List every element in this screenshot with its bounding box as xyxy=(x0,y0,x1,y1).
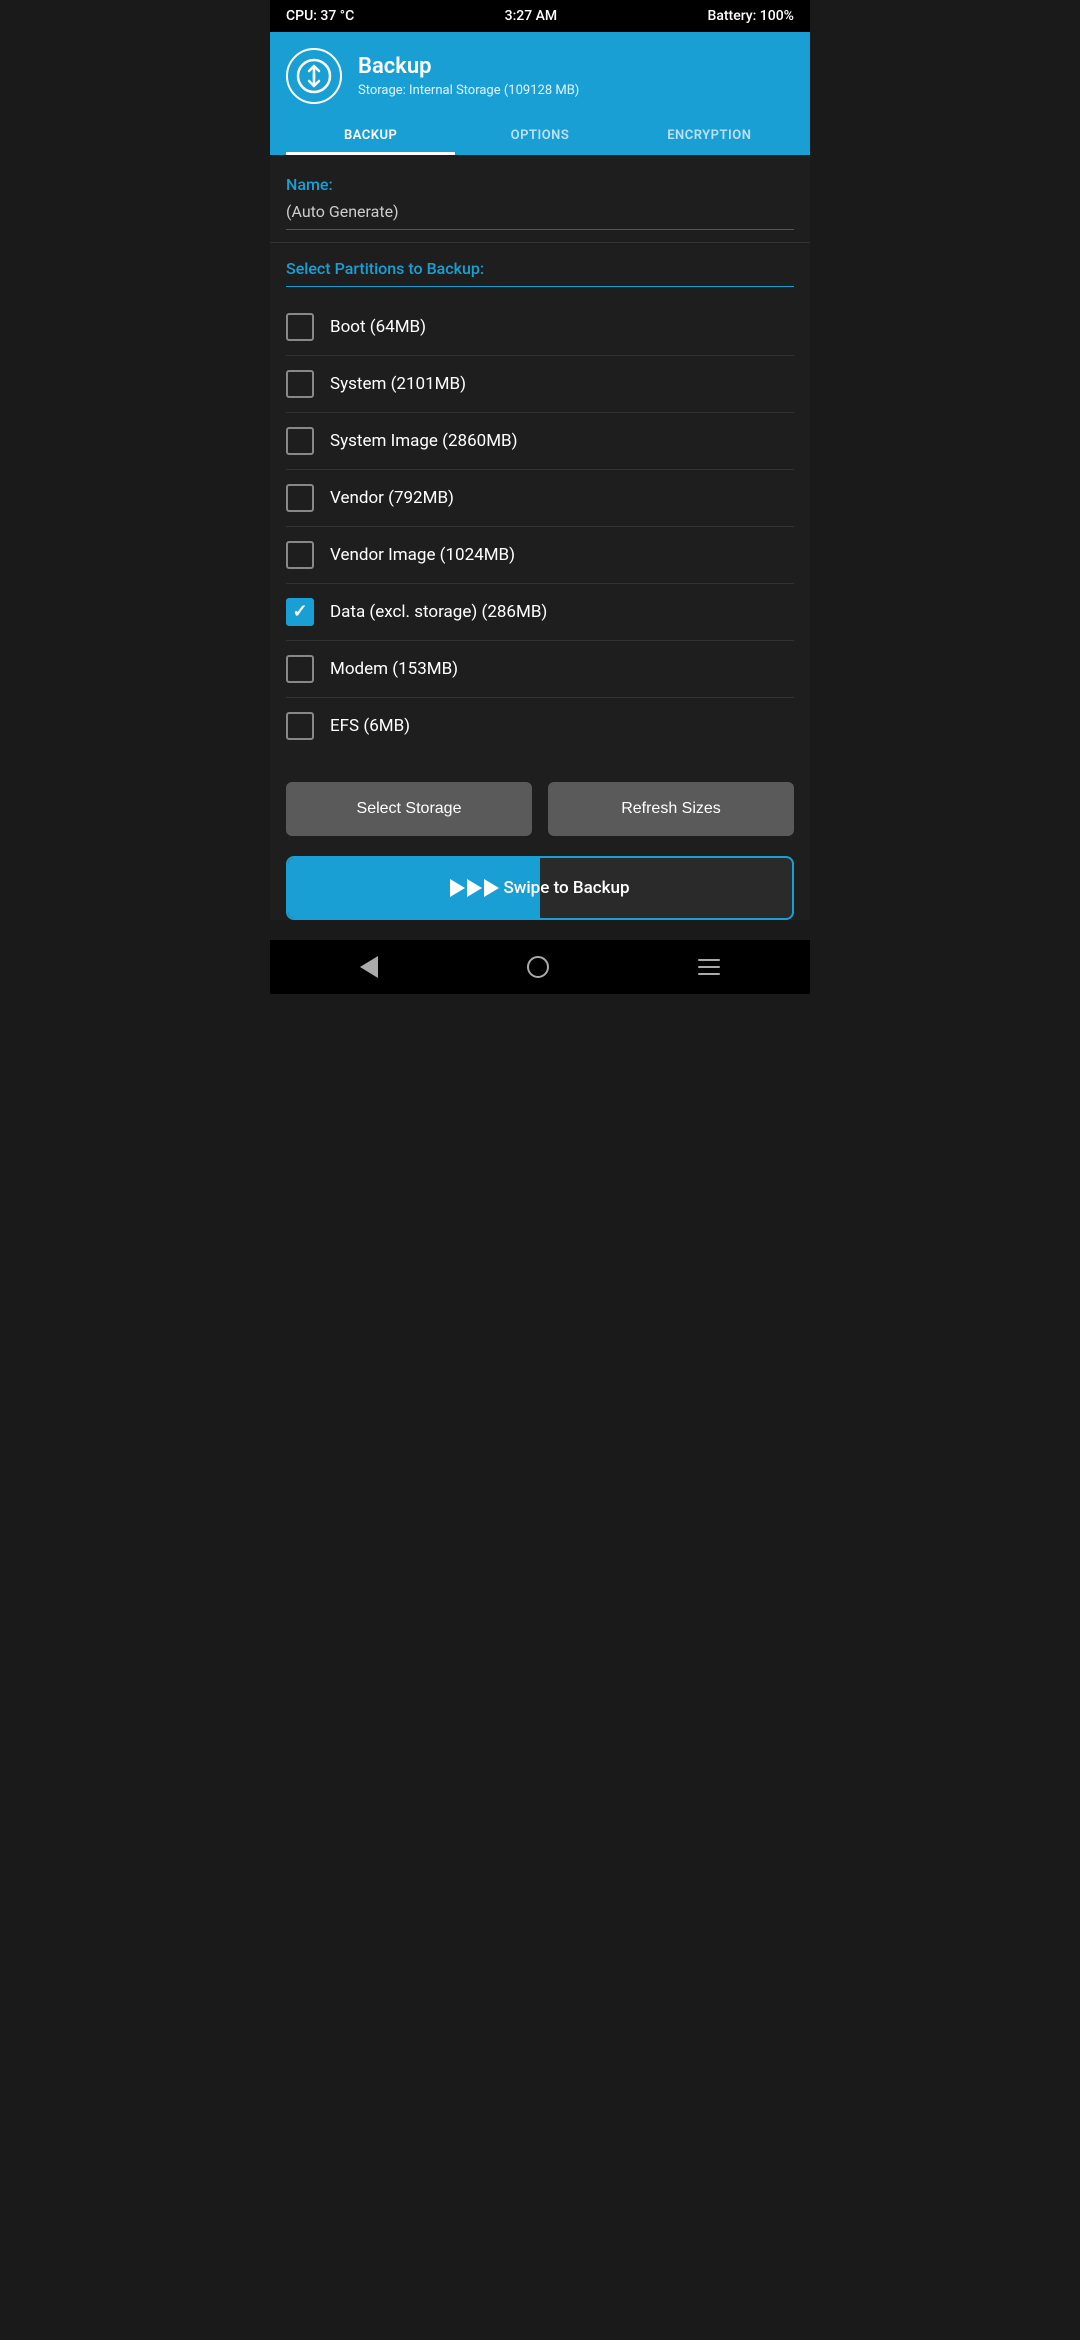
app-icon xyxy=(286,48,342,104)
boot-checkbox[interactable] xyxy=(286,313,314,341)
vendor-image-checkbox[interactable] xyxy=(286,541,314,569)
system-image-label: System Image (2860MB) xyxy=(330,431,518,451)
tab-bar: BACKUP OPTIONS ENCRYPTION xyxy=(286,116,794,155)
storage-subtitle: Storage: Internal Storage (109128 MB) xyxy=(358,83,579,98)
efs-label: EFS (6MB) xyxy=(330,716,410,736)
list-item[interactable]: System (2101MB) xyxy=(286,356,794,413)
tab-options[interactable]: OPTIONS xyxy=(455,116,624,155)
menu-icon[interactable] xyxy=(698,959,720,975)
refresh-sizes-button[interactable]: Refresh Sizes xyxy=(548,782,794,836)
swipe-to-backup-button[interactable]: Swipe to Backup xyxy=(286,856,794,920)
list-item[interactable]: Boot (64MB) xyxy=(286,299,794,356)
system-checkbox[interactable] xyxy=(286,370,314,398)
partitions-label: Select Partitions to Backup: xyxy=(286,259,794,287)
list-item[interactable]: Modem (153MB) xyxy=(286,641,794,698)
data-label: Data (excl. storage) (286MB) xyxy=(330,602,547,622)
cpu-status: CPU: 37 °C xyxy=(286,8,354,24)
vendor-checkbox[interactable] xyxy=(286,484,314,512)
boot-label: Boot (64MB) xyxy=(330,317,426,337)
name-label: Name: xyxy=(286,175,794,194)
battery-status: Battery: 100% xyxy=(708,8,795,24)
vendor-label: Vendor (792MB) xyxy=(330,488,454,508)
status-bar: CPU: 37 °C 3:27 AM Battery: 100% xyxy=(270,0,810,32)
swipe-fill xyxy=(288,858,540,918)
home-icon[interactable] xyxy=(527,956,549,978)
modem-checkbox[interactable] xyxy=(286,655,314,683)
modem-label: Modem (153MB) xyxy=(330,659,458,679)
tab-backup[interactable]: BACKUP xyxy=(286,116,455,155)
app-title: Backup xyxy=(358,54,579,79)
system-label: System (2101MB) xyxy=(330,374,466,394)
list-item[interactable]: Data (excl. storage) (286MB) xyxy=(286,584,794,641)
list-item[interactable]: Vendor Image (1024MB) xyxy=(286,527,794,584)
select-storage-button[interactable]: Select Storage xyxy=(286,782,532,836)
efs-checkbox[interactable] xyxy=(286,712,314,740)
list-item[interactable]: System Image (2860MB) xyxy=(286,413,794,470)
vendor-image-label: Vendor Image (1024MB) xyxy=(330,545,515,565)
nav-bar xyxy=(270,940,810,994)
tab-encryption[interactable]: ENCRYPTION xyxy=(625,116,794,155)
main-content: Name: (Auto Generate) Select Partitions … xyxy=(270,155,810,920)
system-image-checkbox[interactable] xyxy=(286,427,314,455)
action-buttons: Select Storage Refresh Sizes xyxy=(270,762,810,856)
name-section: Name: (Auto Generate) xyxy=(270,155,810,243)
time-status: 3:27 AM xyxy=(505,8,558,24)
partition-list: Boot (64MB) System (2101MB) System Image… xyxy=(286,299,794,754)
app-header: Backup Storage: Internal Storage (109128… xyxy=(270,32,810,155)
list-item[interactable]: Vendor (792MB) xyxy=(286,470,794,527)
back-icon[interactable] xyxy=(360,956,378,978)
list-item[interactable]: EFS (6MB) xyxy=(286,698,794,754)
name-value[interactable]: (Auto Generate) xyxy=(286,202,794,230)
data-checkbox[interactable] xyxy=(286,598,314,626)
partitions-section: Select Partitions to Backup: Boot (64MB)… xyxy=(270,243,810,762)
